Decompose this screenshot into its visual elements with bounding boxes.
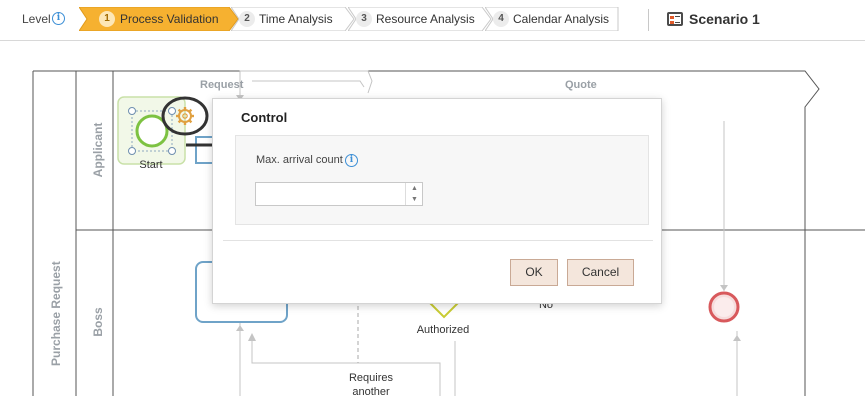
max-arrival-count-input[interactable] <box>255 182 423 206</box>
gear-icon[interactable] <box>160 95 210 137</box>
step-number: 4 <box>493 11 509 27</box>
control-dialog: Control Max. arrival count i ▲ ▼ OK Canc… <box>212 98 662 304</box>
lane-label-boss: Boss <box>91 307 105 337</box>
gateway-label: Authorized <box>416 324 470 336</box>
pool-label: Purchase Request <box>49 261 63 366</box>
step-label: Time Analysis <box>259 12 333 26</box>
scenario-title[interactable]: Scenario 1 <box>689 11 760 27</box>
info-icon[interactable]: i <box>345 154 358 167</box>
step-label: Resource Analysis <box>376 12 475 26</box>
ok-button[interactable]: OK <box>510 259 558 286</box>
step-process-validation[interactable]: 1 Process Validation <box>79 7 239 31</box>
step-resource-analysis[interactable]: 3 Resource Analysis <box>348 7 493 31</box>
phase-label-quote: Quote <box>565 79 597 91</box>
step-calendar-analysis[interactable]: 4 Calendar Analysis <box>485 7 619 31</box>
spinner-down-icon[interactable]: ▼ <box>406 194 423 205</box>
start-event-label: Start <box>139 159 163 171</box>
spinner-up-icon[interactable]: ▲ <box>406 183 423 194</box>
step-number: 2 <box>239 11 255 27</box>
step-number: 1 <box>99 11 115 27</box>
level-toolbar: Level i 1 Process Validation 2 Time Anal… <box>0 0 865 41</box>
info-icon[interactable]: i <box>52 12 65 25</box>
scenario-icon <box>667 12 683 26</box>
dialog-title: Control <box>241 110 288 125</box>
step-label: Calendar Analysis <box>513 12 610 26</box>
lane-label-applicant: Applicant <box>91 122 105 178</box>
flow-label-requires-1: Requires <box>348 372 394 384</box>
toolbar-divider <box>648 9 649 31</box>
cancel-button[interactable]: Cancel <box>567 259 634 286</box>
max-arrival-count-label: Max. arrival count <box>256 154 343 166</box>
phase-label-request: Request <box>200 79 244 91</box>
level-label: Level <box>22 12 51 26</box>
max-arrival-count-spinner[interactable]: ▲ ▼ <box>405 183 422 205</box>
flow-label-requires-2: another <box>352 386 390 396</box>
dialog-divider <box>223 240 653 241</box>
step-number: 3 <box>356 11 372 27</box>
step-time-analysis[interactable]: 2 Time Analysis <box>231 7 356 31</box>
dialog-panel: Max. arrival count i ▲ ▼ <box>235 135 649 225</box>
step-label: Process Validation <box>120 12 219 26</box>
